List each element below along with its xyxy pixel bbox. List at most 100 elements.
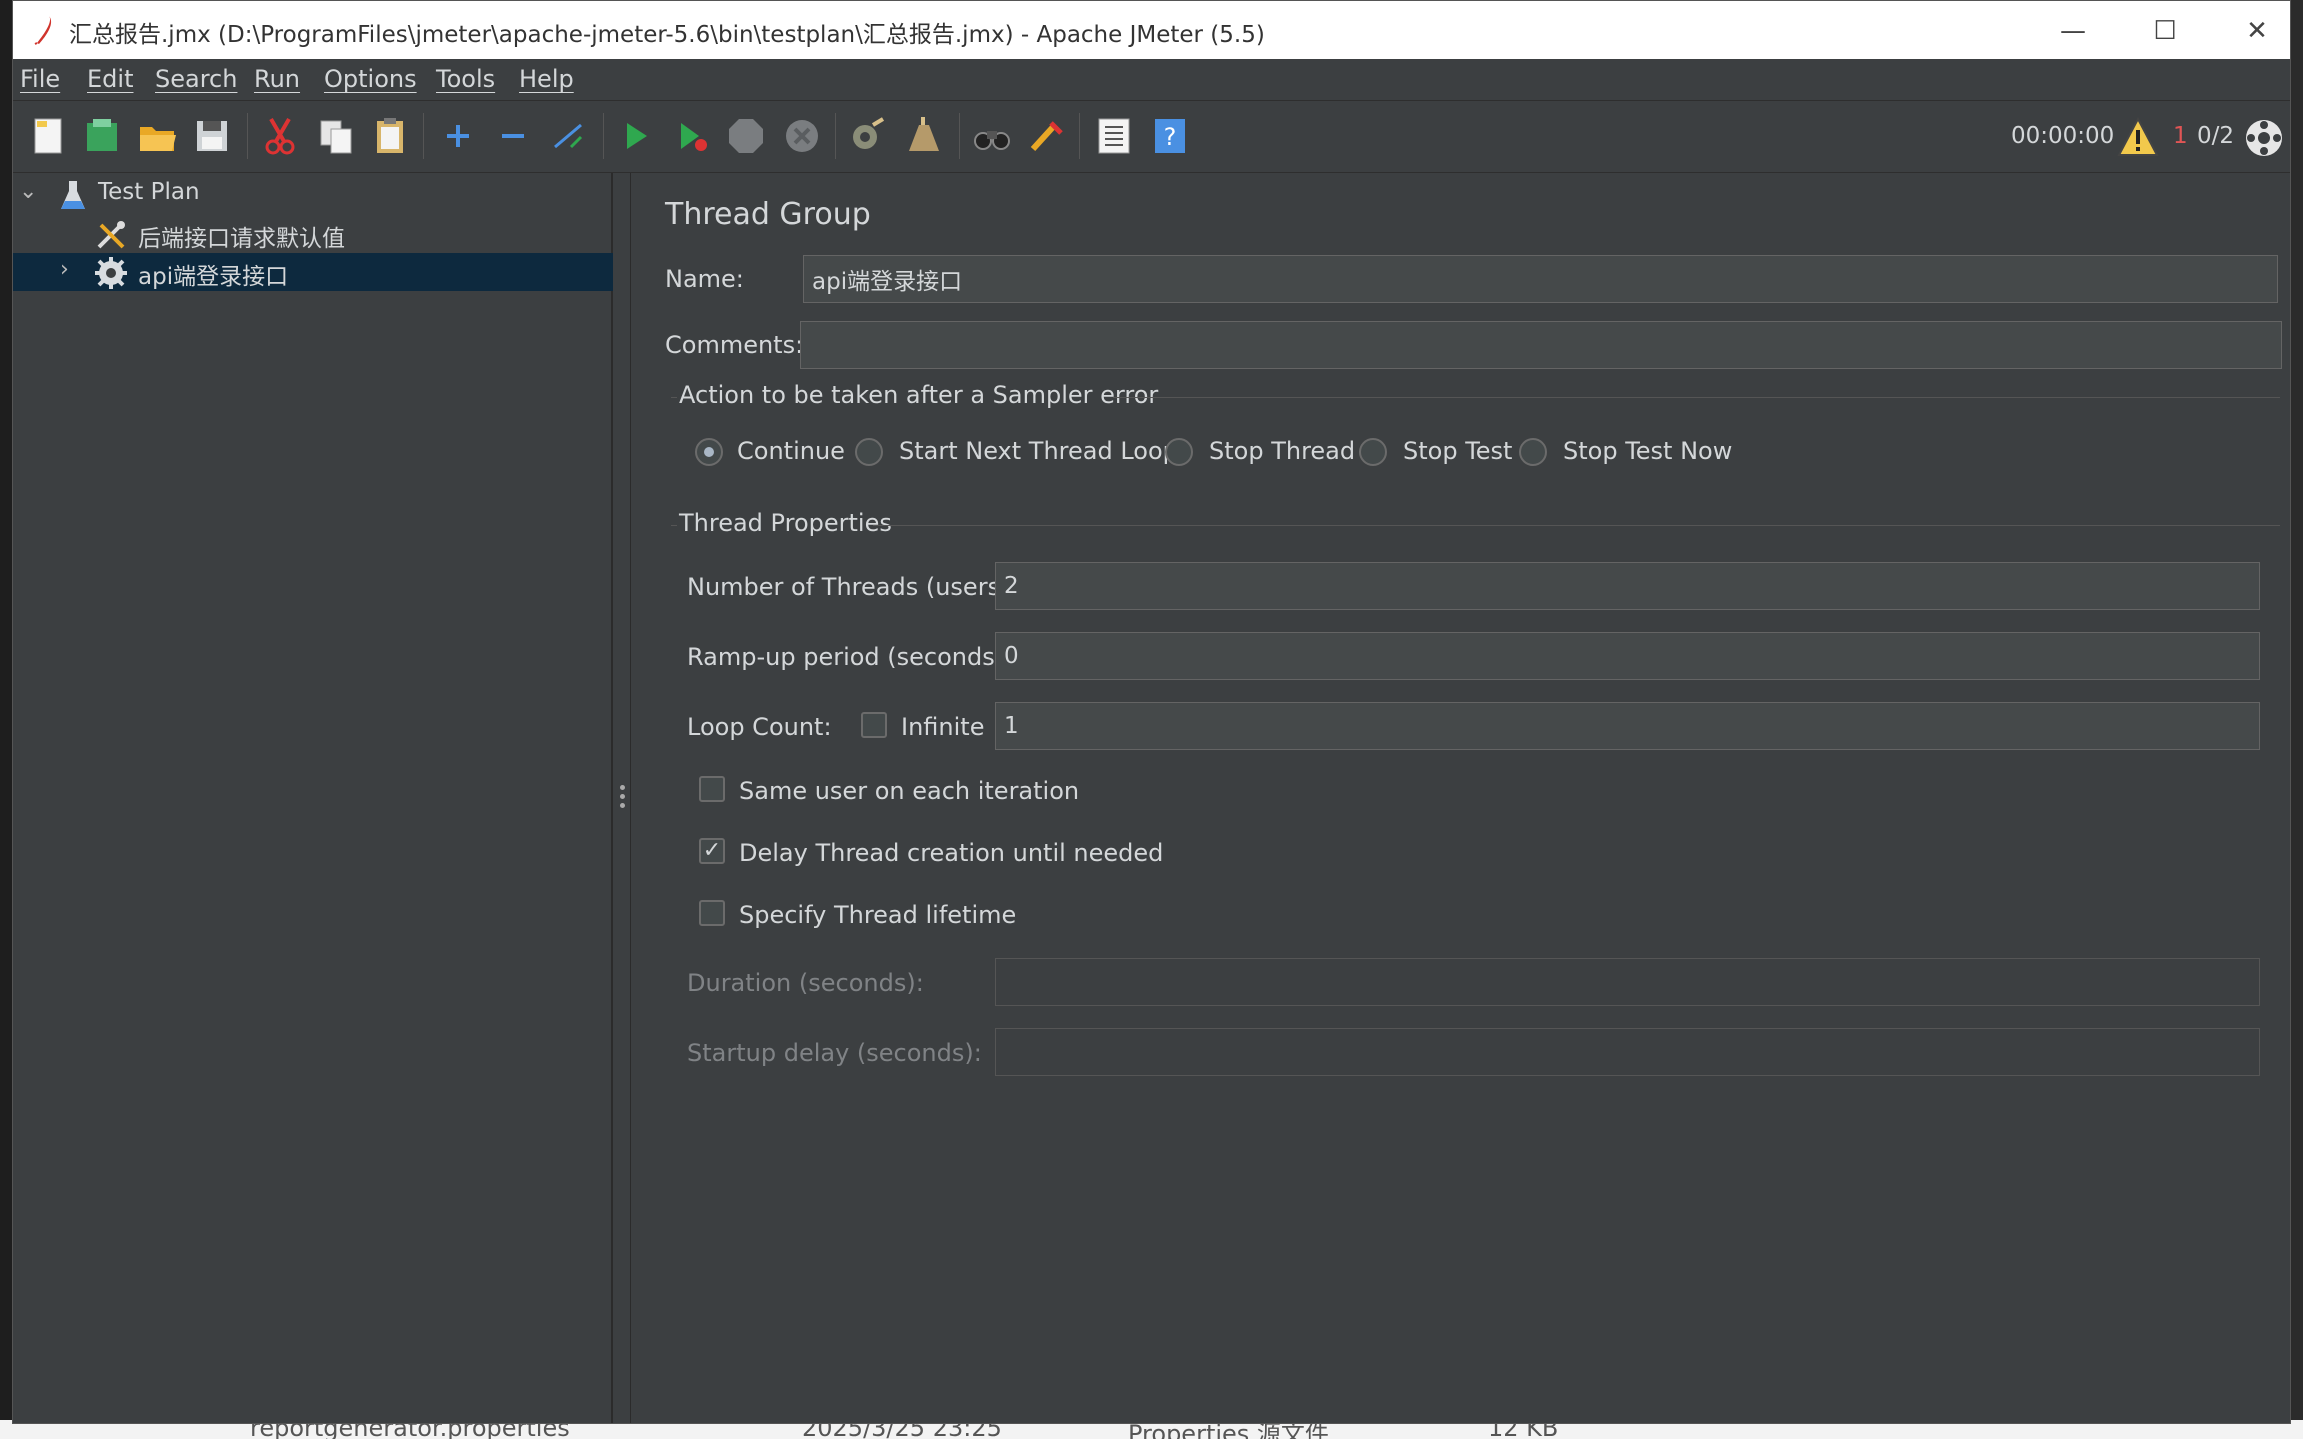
loop-count-label: Loop Count: xyxy=(687,713,832,741)
threads-input[interactable] xyxy=(995,562,2260,610)
jmeter-feather-icon xyxy=(34,16,52,45)
comments-input[interactable] xyxy=(800,321,2282,369)
svg-text:?: ? xyxy=(1164,123,1177,151)
section-border xyxy=(1113,397,2280,398)
toolbar-separator xyxy=(603,113,604,159)
radio-stop-test-now-label[interactable]: Stop Test Now xyxy=(1563,437,1732,465)
menu-help[interactable]: Help xyxy=(519,65,574,93)
menu-options[interactable]: Options xyxy=(324,65,417,93)
tree-item-test-plan[interactable]: ⌄ Test Plan xyxy=(13,175,613,213)
help-icon[interactable]: ? xyxy=(1147,113,1193,159)
function-helper-icon[interactable] xyxy=(1091,113,1137,159)
radio-start-next-loop-label[interactable]: Start Next Thread Loop xyxy=(899,437,1178,465)
radio-stop-thread[interactable] xyxy=(1165,438,1193,466)
warning-icon[interactable] xyxy=(2115,115,2161,161)
radio-stop-test-now[interactable] xyxy=(1519,438,1547,466)
paste-icon[interactable] xyxy=(367,113,413,159)
radio-stop-thread-label[interactable]: Stop Thread xyxy=(1209,437,1355,465)
thread-properties-section-title: Thread Properties xyxy=(679,509,892,537)
tree-item-thread-group[interactable]: › api端登录接口 xyxy=(13,253,613,291)
panel-title: Thread Group xyxy=(665,197,871,232)
clear-all-icon[interactable] xyxy=(901,113,947,159)
chevron-right-icon[interactable]: › xyxy=(60,257,80,282)
menu-run[interactable]: Run xyxy=(254,65,300,93)
comments-label: Comments: xyxy=(665,331,804,359)
menu-bar: File Edit Search Run Options Tools Help xyxy=(13,59,2290,101)
tree-item-http-defaults[interactable]: 后端接口请求默认值 xyxy=(13,215,613,253)
open-icon[interactable] xyxy=(134,113,180,159)
collapse-icon[interactable] xyxy=(490,113,536,159)
infinite-label[interactable]: Infinite xyxy=(901,713,984,741)
tree-label: Test Plan xyxy=(98,179,200,205)
close-button[interactable]: ✕ xyxy=(2227,11,2287,51)
test-plan-tree: ⌄ Test Plan 后端接口请求默认值 › api端登录接口 xyxy=(13,173,613,1423)
menu-search[interactable]: Search xyxy=(155,65,237,93)
clear-icon[interactable] xyxy=(845,113,891,159)
gear-icon xyxy=(95,257,127,289)
toggle-icon[interactable] xyxy=(545,113,591,159)
startup-delay-label: Startup delay (seconds): xyxy=(687,1039,982,1067)
split-pane-divider[interactable] xyxy=(615,173,631,1423)
flask-icon xyxy=(61,181,85,209)
title-bar: 汇总报告.jmx (D:\ProgramFiles\jmeter\apache-… xyxy=(13,1,2290,59)
toolbar-separator xyxy=(1079,113,1080,159)
thread-lifetime-checkbox[interactable] xyxy=(699,900,725,926)
tree-label: 后端接口请求默认值 xyxy=(138,226,345,252)
remote-status-icon xyxy=(2241,115,2287,161)
expand-icon[interactable] xyxy=(435,113,481,159)
section-border xyxy=(873,525,2280,526)
error-action-section-title: Action to be taken after a Sampler error xyxy=(679,381,1159,409)
thread-lifetime-label[interactable]: Specify Thread lifetime xyxy=(739,901,1016,929)
menu-file[interactable]: File xyxy=(20,65,60,93)
menu-edit[interactable]: Edit xyxy=(87,65,133,93)
section-border xyxy=(671,525,677,526)
rampup-label: Ramp-up period (seconds): xyxy=(687,643,1013,671)
section-border xyxy=(671,397,677,398)
delay-thread-label[interactable]: Delay Thread creation until needed xyxy=(739,839,1163,867)
elapsed-time: 00:00:00 xyxy=(2011,123,2115,149)
tools-icon xyxy=(97,221,125,249)
active-threads: 0/2 xyxy=(2197,123,2235,149)
name-label: Name: xyxy=(665,265,744,293)
loop-count-input[interactable] xyxy=(995,702,2260,750)
minimize-button[interactable]: — xyxy=(2043,11,2103,51)
rampup-input[interactable] xyxy=(995,632,2260,680)
toolbar-separator xyxy=(835,113,836,159)
name-input[interactable] xyxy=(803,255,2278,303)
radio-stop-test-label[interactable]: Stop Test xyxy=(1403,437,1512,465)
copy-icon[interactable] xyxy=(313,113,359,159)
toolbar-separator xyxy=(959,113,960,159)
templates-icon[interactable] xyxy=(79,113,125,159)
thread-group-panel: Thread Group Name: Comments: Action to b… xyxy=(633,173,2290,1423)
toolbar-separator xyxy=(247,113,248,159)
radio-continue[interactable] xyxy=(695,438,723,466)
background-app-strip xyxy=(0,0,12,1439)
maximize-button[interactable]: ☐ xyxy=(2135,11,2195,51)
infinite-checkbox[interactable] xyxy=(861,712,887,738)
radio-continue-label[interactable]: Continue xyxy=(737,437,845,465)
radio-stop-test[interactable] xyxy=(1359,438,1387,466)
start-no-pause-icon[interactable] xyxy=(669,113,715,159)
shutdown-icon[interactable] xyxy=(779,113,825,159)
tree-label: api端登录接口 xyxy=(138,264,289,290)
startup-delay-input[interactable] xyxy=(995,1028,2260,1076)
chevron-down-icon[interactable]: ⌄ xyxy=(19,179,39,204)
same-user-checkbox[interactable] xyxy=(699,776,725,802)
delay-thread-checkbox[interactable]: ✓ xyxy=(699,838,725,864)
stop-icon[interactable] xyxy=(723,113,769,159)
search-icon[interactable] xyxy=(969,113,1015,159)
toolbar: ? 00:00:00 1 0/2 xyxy=(13,101,2290,173)
window-title: 汇总报告.jmx (D:\ProgramFiles\jmeter\apache-… xyxy=(69,22,1265,48)
new-icon[interactable] xyxy=(25,113,71,159)
duration-label: Duration (seconds): xyxy=(687,969,924,997)
same-user-label[interactable]: Same user on each iteration xyxy=(739,777,1079,805)
cut-icon[interactable] xyxy=(257,113,303,159)
duration-input[interactable] xyxy=(995,958,2260,1006)
start-icon[interactable] xyxy=(613,113,659,159)
radio-start-next-loop[interactable] xyxy=(855,438,883,466)
warning-count: 1 xyxy=(2173,123,2188,149)
jmeter-window: 汇总报告.jmx (D:\ProgramFiles\jmeter\apache-… xyxy=(12,0,2291,1424)
save-icon[interactable] xyxy=(189,113,235,159)
reset-search-icon[interactable] xyxy=(1023,113,1069,159)
menu-tools[interactable]: Tools xyxy=(436,65,495,93)
